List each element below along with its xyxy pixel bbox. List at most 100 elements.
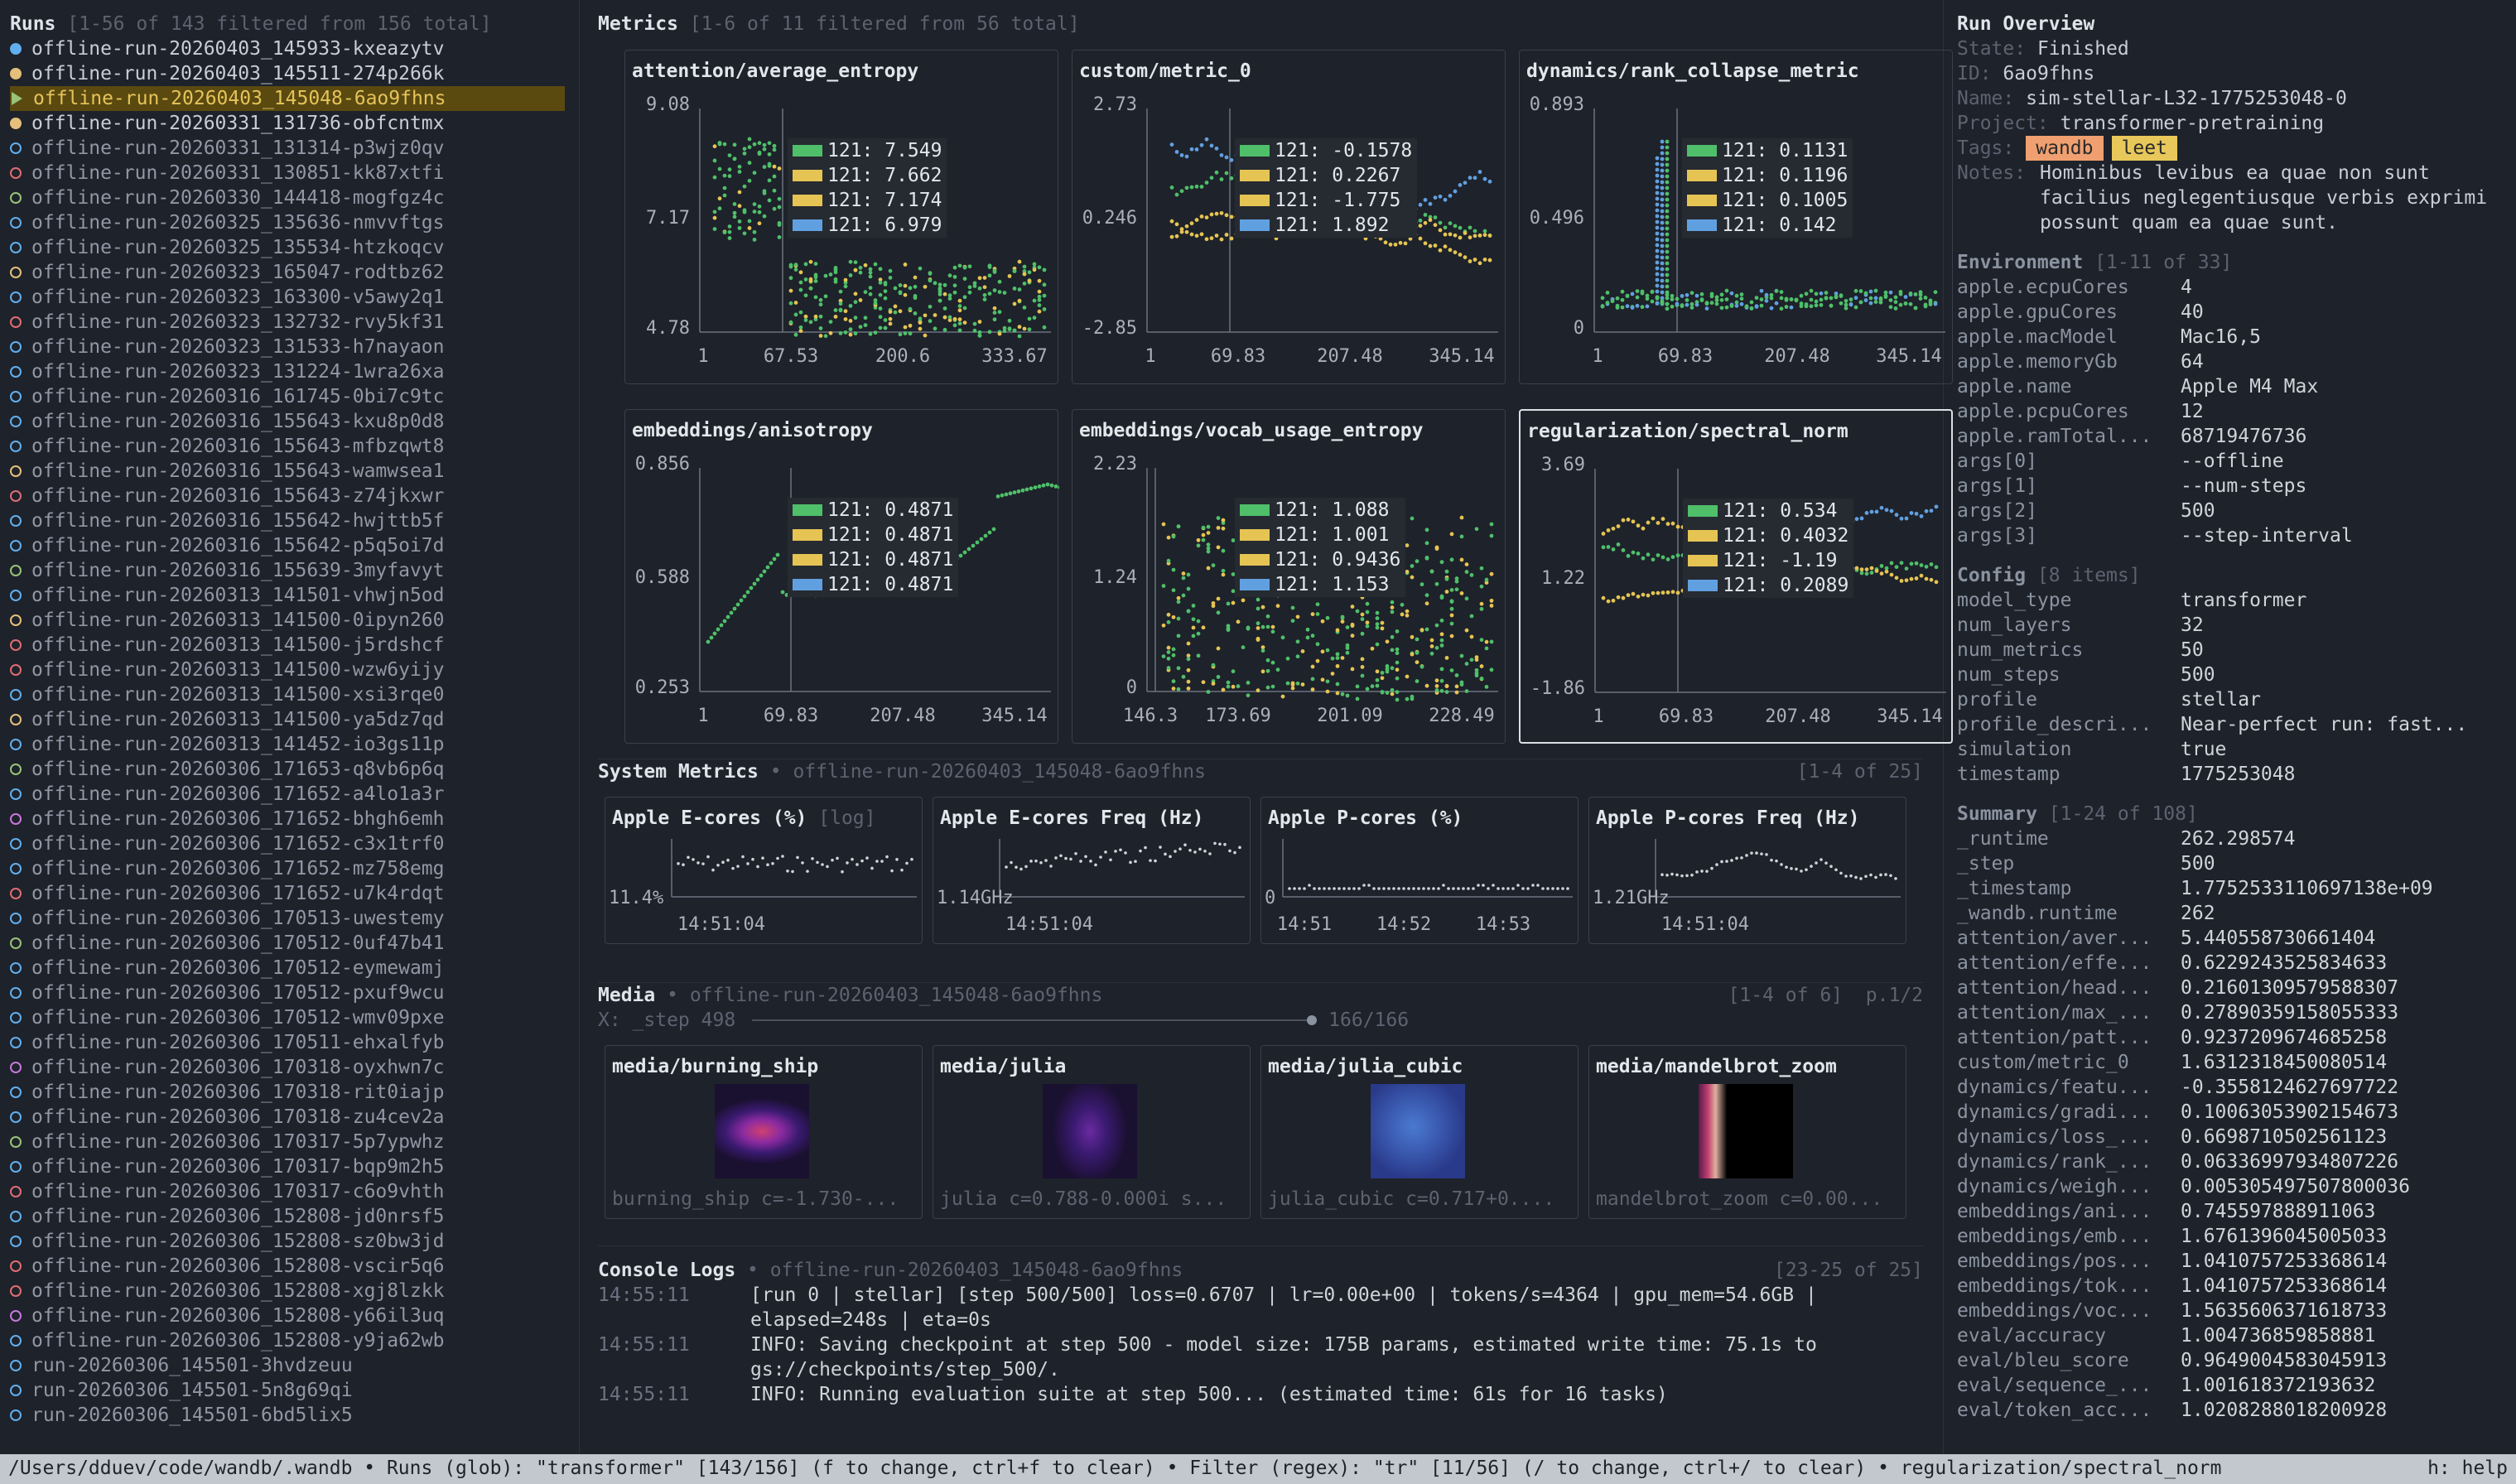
media-panel[interactable]: media/juliajulia c=0.788-0.000i s... bbox=[933, 1045, 1251, 1219]
run-row[interactable]: offline-run-20260323_165047-rodtbz62 bbox=[10, 260, 569, 285]
run-row[interactable]: offline-run-20260306_152808-sz0bw3jd bbox=[10, 1229, 569, 1254]
data-point bbox=[958, 304, 962, 308]
data-point bbox=[1730, 304, 1734, 308]
run-row[interactable]: offline-run-20260306_152808-xgj8lzkk bbox=[10, 1279, 569, 1303]
metric-panel[interactable]: embeddings/anisotropy0.8560.5880.253169.… bbox=[624, 409, 1058, 744]
run-row[interactable]: offline-run-20260323_131533-h7nayaon bbox=[10, 335, 569, 359]
data-point bbox=[1177, 666, 1181, 670]
run-row[interactable]: offline-run-20260306_170318-zu4cev2a bbox=[10, 1105, 569, 1130]
run-row[interactable]: offline-run-20260313_141500-xsi3rqe0 bbox=[10, 682, 569, 707]
run-row[interactable]: offline-run-20260316_155642-p5q5oi7d bbox=[10, 533, 569, 558]
media-panel[interactable]: media/mandelbrot_zoommandelbrot_zoom c=0… bbox=[1588, 1045, 1906, 1219]
run-name: offline-run-20260306_170513-uwestemy bbox=[31, 906, 445, 931]
run-row[interactable]: offline-run-20260306_152808-y9ja62wb bbox=[10, 1328, 569, 1353]
run-row[interactable]: offline-run-20260323_131224-1wra26xa bbox=[10, 359, 569, 384]
run-row[interactable]: offline-run-20260306_170512-eymewamj bbox=[10, 956, 569, 980]
run-row[interactable]: offline-run-20260306_170317-c6o9vhth bbox=[10, 1179, 569, 1204]
data-point bbox=[1386, 664, 1390, 668]
run-row[interactable]: offline-run-20260403_145933-kxeazytv bbox=[10, 36, 569, 61]
system-data-point bbox=[1109, 858, 1112, 861]
metric-panel[interactable]: attention/average_entropy9.087.174.78167… bbox=[624, 50, 1058, 384]
run-row[interactable]: run-20260306_145501-3hvdzeuu bbox=[10, 1353, 569, 1378]
data-point bbox=[1627, 554, 1631, 558]
config-list: model_typetransformernum_layers32num_met… bbox=[1957, 588, 2503, 787]
run-row[interactable]: offline-run-20260306_152808-vscir5q6 bbox=[10, 1254, 569, 1279]
metric-panel[interactable]: dynamics/rank_collapse_metric0.8930.4960… bbox=[1519, 50, 1953, 384]
run-row[interactable]: offline-run-20260306_171652-mz758emg bbox=[10, 856, 569, 881]
summary-key: attention/patt... bbox=[1957, 1025, 2181, 1050]
run-row[interactable]: offline-run-20260331_130851-kk87xtfi bbox=[10, 161, 569, 186]
run-row[interactable]: offline-run-20260306_170317-5p7ypwhz bbox=[10, 1130, 569, 1154]
system-data-point bbox=[1208, 852, 1212, 855]
media-panel[interactable]: media/julia_cubicjulia_cubic c=0.717+0..… bbox=[1260, 1045, 1579, 1219]
data-point bbox=[1415, 651, 1419, 655]
run-row[interactable]: offline-run-20260313_141500-j5rdshcf bbox=[10, 633, 569, 658]
run-row[interactable]: offline-run-20260316_155643-mfbzqwt8 bbox=[10, 434, 569, 459]
run-row[interactable]: offline-run-20260306_170318-rit0iajp bbox=[10, 1080, 569, 1105]
run-row[interactable]: offline-run-20260306_152808-jd0nrsf5 bbox=[10, 1204, 569, 1229]
run-row[interactable]: offline-run-20260325_135636-nmvvftgs bbox=[10, 210, 569, 235]
run-row[interactable]: offline-run-20260331_131314-p3wjz0qv bbox=[10, 136, 569, 161]
run-row[interactable]: offline-run-20260306_171652-c3x1trf0 bbox=[10, 831, 569, 856]
run-row[interactable]: offline-run-20260403_145048-6ao9fhns bbox=[10, 86, 565, 111]
run-row[interactable]: offline-run-20260316_155643-kxu8p0d8 bbox=[10, 409, 569, 434]
media-panel-title: media/mandelbrot_zoom bbox=[1596, 1054, 1837, 1079]
system-metric-panel[interactable]: Apple E-cores Freq (Hz)1.14GHz14:51:04 bbox=[933, 797, 1251, 944]
run-row[interactable]: run-20260306_145501-6bd5lix5 bbox=[10, 1403, 569, 1428]
run-row[interactable]: offline-run-20260313_141452-io3gs11p bbox=[10, 732, 569, 757]
run-row[interactable]: offline-run-20260313_141500-ya5dz7qd bbox=[10, 707, 569, 732]
system-data-point bbox=[1680, 874, 1684, 878]
run-row[interactable]: offline-run-20260306_152808-y66il3uq bbox=[10, 1303, 569, 1328]
data-point bbox=[1656, 553, 1660, 557]
run-row[interactable]: offline-run-20260316_155643-wamwsea1 bbox=[10, 459, 569, 484]
run-row[interactable]: offline-run-20260306_171653-q8vb6p6q bbox=[10, 757, 569, 782]
data-point bbox=[1217, 675, 1221, 679]
run-row[interactable]: offline-run-20260403_145511-274p266k bbox=[10, 61, 569, 86]
summary-row: attention/aver...5.440558730661404 bbox=[1957, 926, 2503, 951]
metric-panel[interactable]: embeddings/vocab_usage_entropy2.231.2401… bbox=[1072, 409, 1506, 744]
run-row[interactable]: offline-run-20260316_155643-z74jkxwr bbox=[10, 484, 569, 508]
run-row[interactable]: offline-run-20260323_132732-rvy5kf31 bbox=[10, 310, 569, 335]
run-row[interactable]: offline-run-20260306_170317-bqp9m2h5 bbox=[10, 1154, 569, 1179]
run-row[interactable]: offline-run-20260313_141500-wzw6yijy bbox=[10, 658, 569, 682]
run-row[interactable]: run-20260306_145501-5n8g69qi bbox=[10, 1378, 569, 1403]
run-row[interactable]: offline-run-20260313_141500-0ipyn260 bbox=[10, 608, 569, 633]
data-point bbox=[1450, 668, 1454, 672]
run-row[interactable]: offline-run-20260331_131736-obfcntmx bbox=[10, 111, 569, 136]
env-key: args[2] bbox=[1957, 499, 2181, 523]
run-row[interactable]: offline-run-20260306_170513-uwestemy bbox=[10, 906, 569, 931]
data-point bbox=[824, 334, 828, 338]
media-run: offline-run-20260403_145048-6ao9fhns bbox=[690, 985, 1103, 1006]
media-step-slider[interactable] bbox=[752, 1008, 1312, 1033]
system-metric-panel[interactable]: Apple E-cores (%) [log]11.4%14:51:04 bbox=[605, 797, 923, 944]
data-point bbox=[1172, 679, 1176, 683]
run-row[interactable]: offline-run-20260306_170512-wmv09pxe bbox=[10, 1005, 569, 1030]
run-row[interactable]: offline-run-20260323_163300-v5awy2q1 bbox=[10, 285, 569, 310]
run-row[interactable]: offline-run-20260313_141501-vhwjn5od bbox=[10, 583, 569, 608]
media-panel[interactable]: media/burning_shipburning_ship c=-1.730-… bbox=[605, 1045, 923, 1219]
system-data-point bbox=[721, 860, 725, 864]
run-row[interactable]: offline-run-20260316_155639-3myfavyt bbox=[10, 558, 569, 583]
run-name: offline-run-20260306_171653-q8vb6p6q bbox=[31, 757, 445, 782]
slider-knob[interactable] bbox=[1307, 1015, 1317, 1025]
run-row[interactable]: offline-run-20260316_155642-hwjttb5f bbox=[10, 508, 569, 533]
system-metric-panel[interactable]: Apple P-cores Freq (Hz)1.21GHz14:51:04 bbox=[1588, 797, 1906, 944]
data-point bbox=[1440, 679, 1444, 683]
run-row[interactable]: offline-run-20260330_144418-mogfgz4c bbox=[10, 186, 569, 210]
run-row[interactable]: offline-run-20260306_170512-0uf47b41 bbox=[10, 931, 569, 956]
system-metric-panel[interactable]: Apple P-cores (%)014:5114:5214:53 bbox=[1260, 797, 1579, 944]
data-point bbox=[1225, 156, 1229, 160]
run-row[interactable]: offline-run-20260306_170512-pxuf9wcu bbox=[10, 980, 569, 1005]
metric-panel[interactable]: custom/metric_02.730.246-2.85169.83207.4… bbox=[1072, 50, 1506, 384]
run-row[interactable]: offline-run-20260316_161745-0bi7c9tc bbox=[10, 384, 569, 409]
run-row[interactable]: offline-run-20260306_171652-a4lo1a3r bbox=[10, 782, 569, 807]
data-point bbox=[1435, 582, 1439, 586]
run-row[interactable]: offline-run-20260306_170511-ehxalfyb bbox=[10, 1030, 569, 1055]
run-row[interactable]: offline-run-20260306_170318-oyxhwn7c bbox=[10, 1055, 569, 1080]
metric-panel[interactable]: regularization/spectral_norm3.691.22-1.8… bbox=[1519, 409, 1953, 744]
run-row[interactable]: offline-run-20260306_171652-u7k4rdqt bbox=[10, 881, 569, 906]
run-row[interactable]: offline-run-20260325_135534-htzkoqcv bbox=[10, 235, 569, 260]
data-point bbox=[1182, 675, 1186, 679]
data-point bbox=[728, 174, 732, 178]
run-row[interactable]: offline-run-20260306_171652-bhgh6emh bbox=[10, 807, 569, 831]
